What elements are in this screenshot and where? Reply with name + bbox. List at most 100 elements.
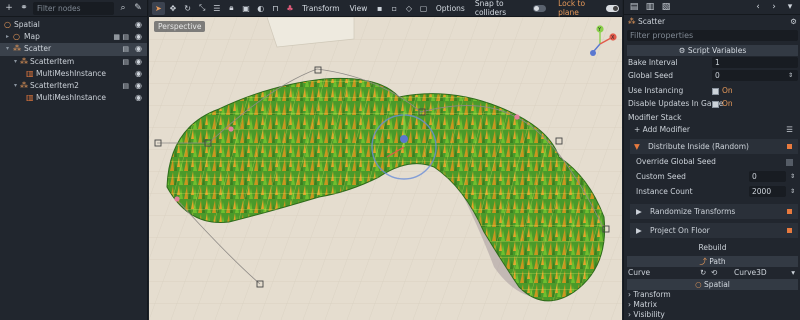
filter-nodes-input[interactable]: Filter nodes <box>33 1 114 15</box>
filter-properties-input[interactable]: Filter properties <box>627 30 798 41</box>
clear-icon[interactable]: ⟲ <box>711 267 717 279</box>
search-icon[interactable]: ⌕ <box>117 2 129 14</box>
scale-tool-icon[interactable]: ⤡ <box>196 2 209 15</box>
script-icon[interactable]: ✎ <box>132 2 144 14</box>
menu-icon[interactable]: ☰ <box>786 124 793 136</box>
multimesh-icon: ▥ <box>26 93 34 103</box>
collapse-arrow-icon[interactable]: ▾ <box>14 56 17 68</box>
instance-count-field[interactable]: 2000 <box>749 186 786 197</box>
group-icon[interactable]: ▦ <box>113 31 120 43</box>
snap-icon[interactable]: ⊓ <box>269 2 282 15</box>
inspector-toolbar: ▤ ▥ ▧ ‹ › ▾ <box>624 0 800 15</box>
collapse-arrow-icon[interactable]: ▾ <box>14 80 17 92</box>
options-menu[interactable]: Options <box>432 4 469 13</box>
godot-editor: + ⚭ Filter nodes ⌕ ✎ ○ Spatial ◉ ▸ ○ Map… <box>0 0 800 320</box>
tree-item-scatter[interactable]: ▾ ⁂ Scatter ▤ ◉ <box>0 43 147 56</box>
enabled-icon[interactable] <box>787 228 792 233</box>
dropdown-arrow-icon[interactable]: ▾ <box>791 267 795 279</box>
tree-item-spatial[interactable]: ○ Spatial ◉ <box>0 19 147 31</box>
history-forward-icon[interactable]: › <box>768 1 780 13</box>
disable-updates-checkbox[interactable]: On <box>712 98 733 110</box>
visibility-group[interactable]: › Visibility <box>624 309 800 320</box>
scene-canvas[interactable]: Y X Perspective <box>149 17 622 320</box>
modifier-project-on-floor[interactable]: ▶ Project On Floor <box>630 223 798 238</box>
history-icon[interactable]: ▾ <box>784 1 796 13</box>
script-icon[interactable]: ▤ <box>122 31 129 43</box>
global-seed-row: Global Seed 0 ⇕ <box>624 70 800 82</box>
visibility-eye-icon[interactable]: ◉ <box>135 92 142 104</box>
scatter-item-node-icon: ⁂ <box>20 80 28 90</box>
rotate-tool-icon[interactable]: ↻ <box>181 2 194 15</box>
save-resource-icon[interactable]: ▧ <box>660 1 672 13</box>
lock-icon[interactable]: 🔒︎ <box>225 2 238 15</box>
history-back-icon[interactable]: ‹ <box>752 1 764 13</box>
select-tool-icon[interactable]: ➤ <box>152 1 165 15</box>
transform-menu[interactable]: Transform <box>298 4 343 13</box>
modifier-distribute-inside[interactable]: ▼ Distribute Inside (Random) <box>630 139 798 154</box>
tree-item-multimesh[interactable]: ▥ MultiMeshInstance ◉ <box>0 68 147 80</box>
property-label: Override Global Seed <box>636 157 716 166</box>
add-node-icon[interactable]: + <box>3 2 15 14</box>
section-label: Path <box>709 257 726 266</box>
expanded-arrow-icon[interactable]: ▼ <box>634 139 640 154</box>
visibility-eye-icon[interactable]: ◉ <box>135 56 142 68</box>
load-resource-icon[interactable]: ▥ <box>644 1 656 13</box>
reload-icon[interactable]: ↻ <box>700 267 706 279</box>
tree-item-multimesh2[interactable]: ▥ MultiMeshInstance ◉ <box>0 92 147 104</box>
move-tool-icon[interactable]: ✥ <box>167 2 180 15</box>
new-resource-icon[interactable]: ▤ <box>628 1 640 13</box>
script-icon[interactable]: ▤ <box>122 80 129 92</box>
local-space-icon[interactable]: ◐ <box>254 2 267 15</box>
spatial-node-icon: ○ <box>4 20 11 29</box>
rebuild-button[interactable]: Rebuild <box>624 242 800 254</box>
group-label: Visibility <box>633 310 665 319</box>
view-menu[interactable]: View <box>346 4 372 13</box>
close-curve-icon[interactable]: ◇ <box>403 2 416 15</box>
spin-arrows-icon[interactable]: ⇕ <box>790 171 795 183</box>
script-icon[interactable]: ▤ <box>122 43 129 55</box>
custom-seed-field[interactable]: 0 <box>749 171 786 182</box>
collapsed-arrow-icon[interactable]: ▶ <box>636 204 642 219</box>
expand-arrow-icon[interactable]: ▸ <box>6 31 9 43</box>
select-points-icon[interactable]: ▢ <box>417 2 430 15</box>
visibility-eye-icon[interactable]: ◉ <box>135 43 142 55</box>
tree-item-map[interactable]: ▸ ○ Map ▦ ▤ ◉ <box>0 31 147 43</box>
lock-to-plane-toggle[interactable] <box>606 4 619 12</box>
path-header[interactable]: ⤴ Path <box>627 256 798 267</box>
visibility-eye-icon[interactable]: ◉ <box>135 68 142 80</box>
visibility-eye-icon[interactable]: ◉ <box>135 80 142 92</box>
collapse-arrow-icon[interactable]: ▾ <box>6 43 9 55</box>
script-variables-header[interactable]: ⚙ Script Variables <box>627 45 798 56</box>
snap-to-colliders-toggle[interactable] <box>533 4 547 12</box>
use-instancing-checkbox[interactable]: On <box>712 85 733 97</box>
bake-interval-field[interactable]: 1 <box>712 57 798 68</box>
group-icon[interactable]: ▣ <box>240 2 253 15</box>
perspective-menu[interactable]: Perspective <box>154 21 206 32</box>
script-icon[interactable]: ▤ <box>122 56 129 68</box>
list-select-icon[interactable]: ☰ <box>211 2 224 15</box>
tree-item-scatteritem2[interactable]: ▾ ⁂ ScatterItem2 ▤ ◉ <box>0 80 147 92</box>
enabled-icon[interactable] <box>787 209 792 214</box>
object-properties-icon[interactable]: ⚙ <box>790 16 797 28</box>
collapsed-arrow-icon[interactable]: ▶ <box>636 223 642 238</box>
spin-arrows-icon[interactable]: ⇕ <box>790 186 795 198</box>
curve-resource[interactable]: Curve3D <box>734 267 767 279</box>
visibility-eye-icon[interactable]: ◉ <box>135 19 142 31</box>
paint-icon[interactable]: ♣ <box>284 2 297 15</box>
tree-item-scatteritem[interactable]: ▾ ⁂ ScatterItem ▤ ◉ <box>0 56 147 68</box>
enabled-icon[interactable] <box>787 144 792 149</box>
property-label: Global Seed <box>628 71 674 80</box>
global-seed-field[interactable]: 0 <box>712 70 798 81</box>
property-label: Curve <box>628 268 651 277</box>
link-icon[interactable]: ⚭ <box>18 2 30 14</box>
scene-tree-toolbar: + ⚭ Filter nodes ⌕ ✎ <box>0 0 147 17</box>
visibility-eye-icon[interactable]: ◉ <box>135 31 142 43</box>
spin-arrows-icon[interactable]: ⇕ <box>788 70 793 82</box>
override-seed-checkbox[interactable] <box>786 159 793 166</box>
plus-icon: + <box>634 125 643 134</box>
remove-point-icon[interactable]: ▫ <box>388 2 401 15</box>
add-modifier-button[interactable]: + Add Modifier <box>634 124 690 136</box>
modifier-randomize-transforms[interactable]: ▶ Randomize Transforms <box>630 204 798 219</box>
scene-render: Y X <box>149 17 622 320</box>
add-point-icon[interactable]: ▪ <box>373 2 386 15</box>
